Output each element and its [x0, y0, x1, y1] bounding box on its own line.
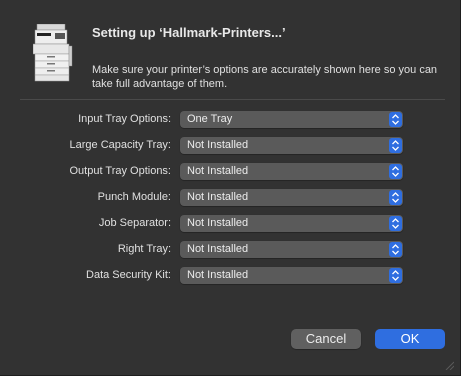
chevron-up-down-icon — [389, 190, 402, 205]
option-row-input-tray: Input Tray Options: One Tray — [0, 110, 461, 130]
right-tray-label: Right Tray: — [117, 243, 171, 255]
data-security-kit-label: Data Security Kit: — [86, 269, 171, 281]
data-security-kit-value: Not Installed — [187, 269, 249, 281]
dialog-description: Make sure your printer’s options are acc… — [92, 64, 438, 90]
output-tray-label: Output Tray Options: — [69, 165, 172, 177]
job-separator-label: Job Separator: — [98, 217, 171, 229]
punch-module-label: Punch Module: — [97, 191, 171, 203]
output-tray-value: Not Installed — [187, 165, 249, 177]
printer-icon — [33, 24, 73, 82]
separator — [20, 99, 445, 100]
option-row-output-tray: Output Tray Options: Not Installed — [0, 162, 461, 182]
chevron-up-down-icon — [389, 216, 402, 231]
option-row-right-tray: Right Tray: Not Installed — [0, 240, 461, 260]
punch-module-popup[interactable]: Not Installed — [180, 189, 403, 206]
right-tray-popup[interactable]: Not Installed — [180, 241, 403, 258]
input-tray-popup[interactable]: One Tray — [180, 111, 403, 128]
large-capacity-tray-label: Large Capacity Tray: — [69, 139, 172, 151]
large-capacity-tray-value: Not Installed — [187, 139, 249, 151]
ok-button[interactable]: OK — [375, 329, 445, 349]
punch-module-value: Not Installed — [187, 191, 249, 203]
data-security-kit-popup[interactable]: Not Installed — [180, 267, 403, 284]
option-row-punch-module: Punch Module: Not Installed — [0, 188, 461, 208]
large-capacity-tray-popup[interactable]: Not Installed — [180, 137, 403, 154]
chevron-up-down-icon — [389, 164, 402, 179]
chevron-up-down-icon — [389, 268, 402, 283]
option-row-large-capacity-tray: Large Capacity Tray: Not Installed — [0, 136, 461, 156]
dialog-title: Setting up ‘Hallmark-Printers...’ — [92, 25, 286, 40]
chevron-up-down-icon — [389, 112, 402, 127]
job-separator-value: Not Installed — [187, 217, 249, 229]
output-tray-popup[interactable]: Not Installed — [180, 163, 403, 180]
chevron-up-down-icon — [389, 138, 402, 153]
input-tray-label: Input Tray Options: — [78, 113, 171, 125]
input-tray-value: One Tray — [187, 113, 233, 125]
cancel-button[interactable]: Cancel — [291, 329, 361, 349]
job-separator-popup[interactable]: Not Installed — [180, 215, 403, 232]
option-row-data-security-kit: Data Security Kit: Not Installed — [0, 266, 461, 286]
option-row-job-separator: Job Separator: Not Installed — [0, 214, 461, 234]
right-tray-value: Not Installed — [187, 243, 249, 255]
chevron-up-down-icon — [389, 242, 402, 257]
printer-setup-dialog: Setting up ‘Hallmark-Printers...’ Make s… — [0, 0, 461, 376]
resize-grip-icon[interactable] — [444, 360, 454, 370]
